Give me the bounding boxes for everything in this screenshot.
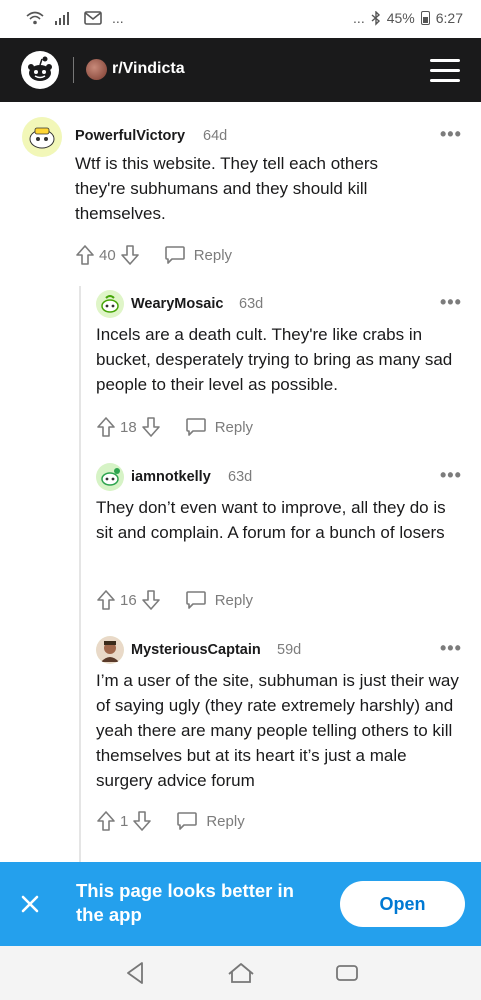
header-divider (73, 57, 74, 83)
thread-line (79, 286, 81, 862)
user-avatar[interactable] (96, 463, 124, 491)
hamburger-menu-icon[interactable] (430, 59, 460, 82)
reply-bubble-icon (185, 418, 206, 436)
upvote-icon[interactable] (96, 810, 116, 832)
downvote-icon[interactable] (141, 416, 161, 438)
comment-body: They don’t even want to improve, all the… (96, 498, 446, 542)
vote-count: 40 (99, 246, 116, 264)
home-icon[interactable] (226, 960, 256, 986)
user-avatar[interactable] (96, 290, 124, 318)
wifi-icon (26, 11, 44, 25)
more-options-icon[interactable]: ••• (440, 638, 462, 659)
status-bar: ... ... 45% 6:27 (0, 0, 481, 38)
comment-username[interactable]: PowerfulVictory (75, 128, 185, 144)
reddit-header: r/Vindicta (0, 38, 481, 102)
comment-age: 63d (228, 469, 253, 485)
vote-count: 1 (120, 812, 129, 830)
banner-message: This page looks better in the app (76, 880, 294, 925)
reply-label: Reply (214, 418, 254, 436)
upvote-icon[interactable] (96, 416, 116, 438)
reply-button[interactable]: Reply (185, 590, 253, 610)
comment-actions: 40 Reply (75, 242, 232, 268)
subreddit-name[interactable]: r/Vindicta (112, 60, 185, 78)
comment-username[interactable]: MysteriousCaptain (131, 642, 261, 658)
reply-button[interactable]: Reply (176, 811, 245, 831)
reply-label: Reply (193, 246, 233, 264)
close-icon[interactable] (14, 888, 46, 920)
status-dots-right: ... (353, 10, 365, 26)
back-icon[interactable] (122, 960, 148, 986)
user-avatar[interactable] (96, 636, 124, 664)
reply-label: Reply (214, 591, 254, 609)
comment-username[interactable]: WearyMosaic (131, 296, 223, 312)
more-options-icon[interactable]: ••• (440, 124, 462, 145)
comment-age: 59d (277, 642, 302, 658)
comment-body: Incels are a death cult. They're like cr… (96, 325, 453, 394)
comment-actions: 16 Reply (96, 587, 253, 613)
comment-actions: 18 Reply (96, 414, 253, 440)
downvote-icon[interactable] (132, 810, 152, 832)
clock: 6:27 (435, 10, 463, 26)
reply-button[interactable]: Reply (185, 417, 253, 437)
downvote-icon[interactable] (120, 244, 140, 266)
reddit-logo-icon[interactable] (21, 51, 59, 89)
comment-body: Wtf is this website. They tell each othe… (75, 154, 378, 223)
reply-label: Reply (206, 812, 245, 830)
recent-apps-icon[interactable] (334, 960, 360, 986)
signal-icon (55, 12, 69, 25)
battery-icon (420, 11, 430, 25)
bluetooth-icon (371, 10, 380, 26)
upvote-icon[interactable] (75, 244, 95, 266)
reply-bubble-icon (185, 591, 206, 609)
battery-percent: 45% (386, 10, 415, 26)
open-app-button[interactable]: Open (340, 881, 465, 927)
comment-age: 64d (203, 128, 228, 144)
reply-button[interactable]: Reply (164, 245, 232, 265)
reply-bubble-icon (177, 812, 198, 830)
comment-body: I’m a user of the site, subhuman is just… (96, 671, 459, 790)
status-dots: ... (112, 10, 124, 26)
vote-count: 16 (120, 591, 137, 609)
vote-count: 18 (120, 418, 137, 436)
downvote-icon[interactable] (141, 589, 161, 611)
reply-bubble-icon (164, 246, 185, 264)
system-nav-bar (0, 946, 481, 1000)
comment-username[interactable]: iamnotkelly (131, 469, 211, 485)
upvote-icon[interactable] (96, 589, 116, 611)
open-in-app-banner: This page looks better in the app Open (0, 862, 481, 946)
gmail-icon (84, 11, 102, 25)
comment-age: 63d (239, 296, 264, 312)
comment-actions: 1 Reply (96, 808, 245, 834)
more-options-icon[interactable]: ••• (440, 292, 462, 313)
subreddit-avatar[interactable] (86, 59, 107, 80)
more-options-icon[interactable]: ••• (440, 465, 462, 486)
user-avatar[interactable] (22, 117, 62, 157)
